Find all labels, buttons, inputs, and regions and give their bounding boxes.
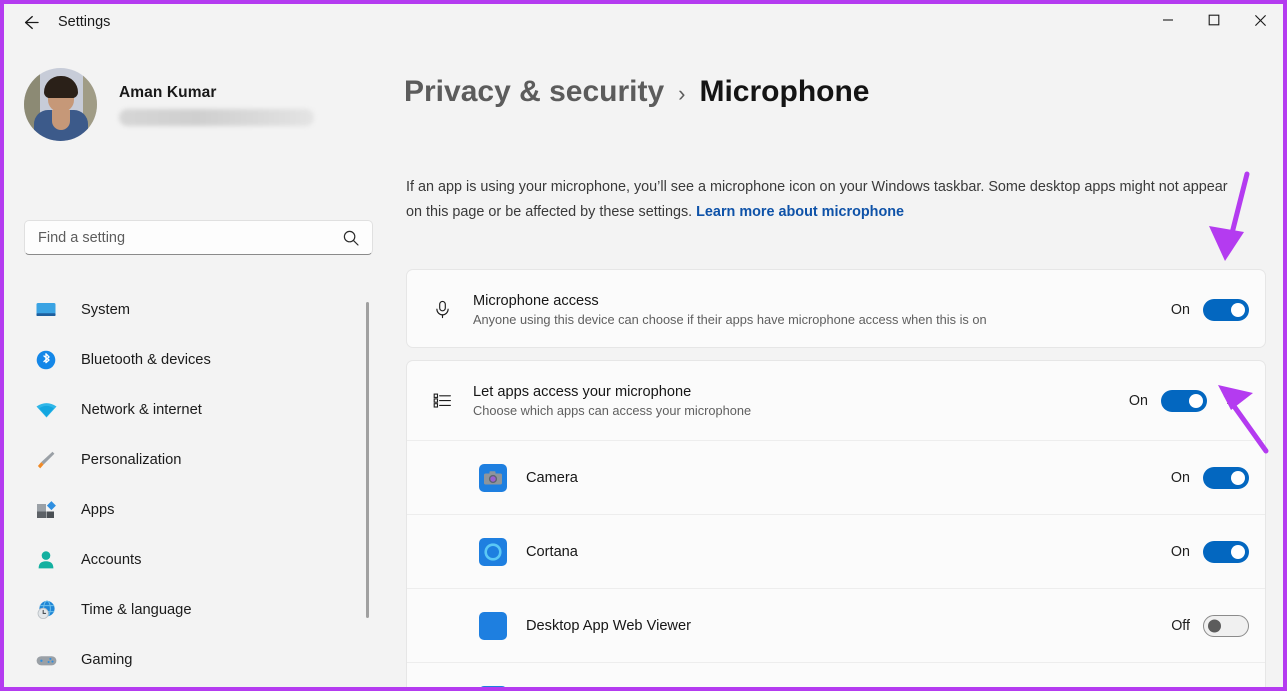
- sidebar: Aman Kumar Find a setting System Bluetoo…: [8, 40, 386, 687]
- microphone-access-row[interactable]: Microphone access Anyone using this devi…: [407, 270, 1265, 349]
- list-item-label: Cortana: [526, 543, 578, 560]
- list-item-state: On: [1170, 543, 1190, 560]
- list-item-state: On: [1170, 469, 1190, 486]
- settings-window: Settings Aman Kumar Find a setting Syste…: [0, 0, 1287, 691]
- search-icon: [342, 229, 360, 252]
- list-icon: [427, 390, 457, 411]
- learn-more-link[interactable]: Learn more about microphone: [696, 204, 904, 220]
- feedback-hub-app-icon: [479, 685, 507, 687]
- sidebar-item-label: Time & language: [81, 602, 192, 618]
- window-title: Settings: [58, 14, 111, 30]
- page-title: Microphone: [699, 75, 870, 108]
- list-item[interactable]: Camera On: [407, 440, 1265, 514]
- bluetooth-icon: [34, 348, 58, 372]
- sidebar-item-accessibility[interactable]: Accessibility: [18, 685, 370, 687]
- chevron-up-icon[interactable]: [1217, 393, 1249, 409]
- avatar: [24, 68, 97, 141]
- list-item[interactable]: Desktop App Web Viewer Off: [407, 588, 1265, 662]
- camera-toggle[interactable]: [1203, 466, 1249, 489]
- sidebar-item-apps[interactable]: Apps: [18, 485, 370, 535]
- sidebar-item-accounts[interactable]: Accounts: [18, 535, 370, 585]
- sidebar-item-gaming[interactable]: Gaming: [18, 635, 370, 685]
- let-apps-access-row[interactable]: Let apps access your microphone Choose w…: [407, 361, 1265, 440]
- let-apps-access-card: Let apps access your microphone Choose w…: [406, 360, 1266, 687]
- cortana-toggle[interactable]: [1203, 540, 1249, 563]
- profile-name: Aman Kumar: [119, 83, 217, 101]
- sidebar-item-label: System: [81, 302, 130, 318]
- search-placeholder: Find a setting: [38, 229, 126, 246]
- sidebar-item-label: Personalization: [81, 452, 182, 468]
- list-item-state: Off: [1171, 617, 1190, 634]
- paintbrush-icon: [34, 448, 58, 472]
- desktop-app-web-viewer-icon: [479, 611, 507, 640]
- list-item[interactable]: Feedback Hub On: [407, 662, 1265, 687]
- microphone-icon: [427, 299, 457, 320]
- system-monitor-icon: [34, 298, 58, 322]
- person-icon: [34, 548, 58, 572]
- microphone-access-card: Microphone access Anyone using this devi…: [406, 269, 1266, 348]
- list-item[interactable]: Cortana On: [407, 514, 1265, 588]
- profile-email-redacted: [119, 108, 314, 126]
- chevron-right-icon: ›: [678, 81, 686, 106]
- back-arrow-icon: [24, 15, 39, 29]
- clock-globe-icon: [34, 598, 58, 622]
- window-controls: [1145, 4, 1283, 36]
- title-bar: Settings: [4, 4, 1283, 40]
- let-apps-access-title: Let apps access your microphone: [473, 383, 692, 400]
- minimize-icon: [1163, 19, 1173, 21]
- microphone-access-title: Microphone access: [473, 292, 599, 309]
- list-item-label: Camera: [526, 469, 578, 486]
- maximize-icon: [1208, 14, 1220, 26]
- sidebar-scrollbar[interactable]: [366, 302, 369, 618]
- camera-app-icon: [479, 463, 507, 492]
- let-apps-access-toggle[interactable]: [1161, 389, 1207, 412]
- list-item-label: Desktop App Web Viewer: [526, 617, 691, 634]
- search-input[interactable]: Find a setting: [24, 220, 373, 255]
- sidebar-item-time-language[interactable]: Time & language: [18, 585, 370, 635]
- gamepad-icon: [34, 648, 58, 672]
- sidebar-item-label: Gaming: [81, 652, 133, 668]
- close-icon: [1254, 14, 1266, 26]
- desktop-app-web-viewer-toggle[interactable]: [1203, 614, 1249, 637]
- breadcrumb: Privacy & security › Microphone: [404, 75, 869, 109]
- profile-section[interactable]: Aman Kumar: [24, 68, 314, 141]
- close-button[interactable]: [1237, 4, 1283, 36]
- let-apps-access-subtitle: Choose which apps can access your microp…: [473, 402, 752, 418]
- sidebar-item-label: Bluetooth & devices: [81, 352, 211, 368]
- sidebar-item-personalization[interactable]: Personalization: [18, 435, 370, 485]
- sidebar-item-label: Network & internet: [81, 402, 202, 418]
- minimize-button[interactable]: [1145, 4, 1191, 36]
- page-description: If an app is using your microphone, you’…: [406, 175, 1228, 225]
- microphone-access-state: On: [1170, 301, 1190, 318]
- let-apps-access-state: On: [1128, 392, 1148, 409]
- sidebar-item-label: Accounts: [81, 552, 142, 568]
- maximize-button[interactable]: [1191, 4, 1237, 36]
- back-button[interactable]: [12, 6, 48, 38]
- sidebar-item-system[interactable]: System: [18, 285, 370, 335]
- microphone-access-subtitle: Anyone using this device can choose if t…: [473, 311, 987, 327]
- microphone-access-toggle[interactable]: [1203, 298, 1249, 321]
- sidebar-item-label: Apps: [81, 502, 115, 518]
- sidebar-item-network-internet[interactable]: Network & internet: [18, 385, 370, 435]
- apps-icon: [34, 498, 58, 522]
- cortana-app-icon: [479, 537, 507, 566]
- sidebar-item-bluetooth-devices[interactable]: Bluetooth & devices: [18, 335, 370, 385]
- sidebar-nav: System Bluetooth & devices Network & int…: [18, 285, 370, 687]
- wifi-icon: [34, 398, 58, 422]
- breadcrumb-parent[interactable]: Privacy & security: [404, 75, 664, 109]
- main-content: Privacy & security › Microphone If an ap…: [386, 40, 1283, 687]
